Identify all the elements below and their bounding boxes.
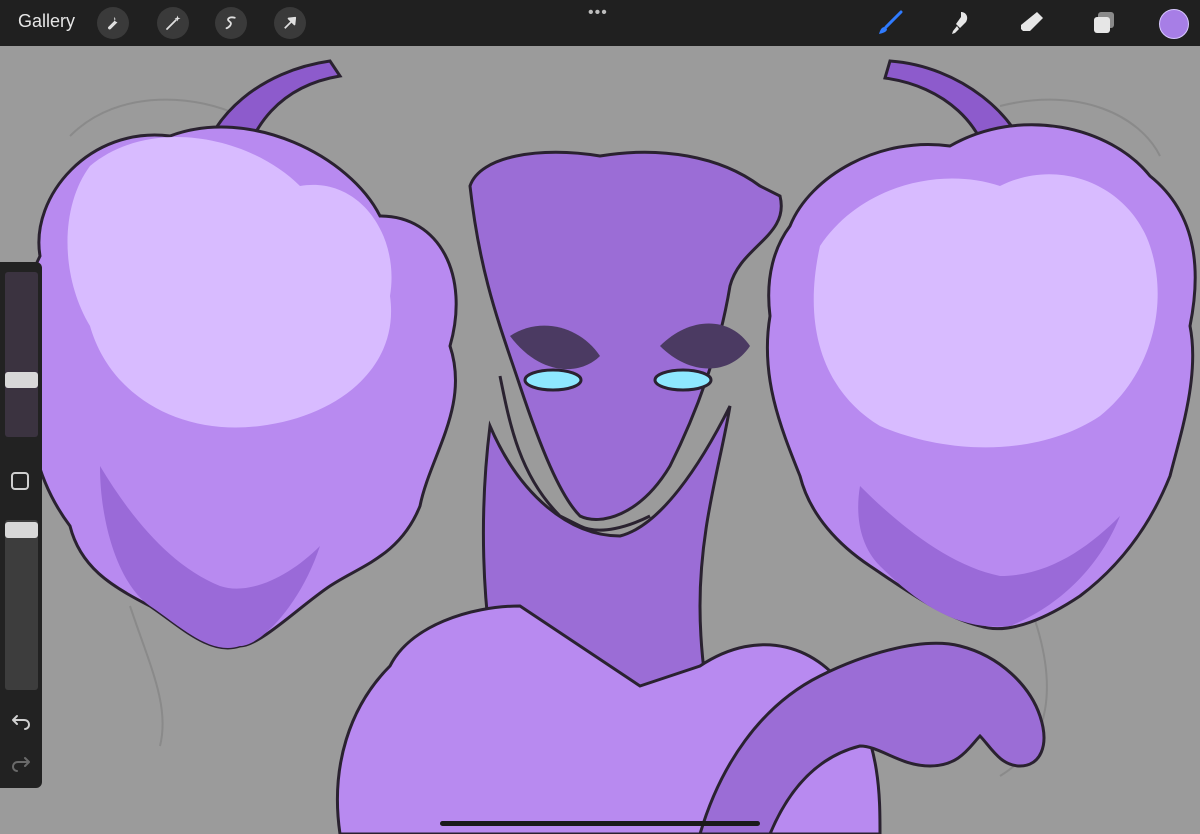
modify-button[interactable] [11, 472, 29, 490]
brush-size-slider[interactable] [5, 272, 38, 437]
undo-icon [12, 715, 30, 730]
redo-icon [12, 757, 30, 772]
gallery-button[interactable]: Gallery [18, 11, 75, 32]
color-picker-button[interactable] [1159, 9, 1189, 39]
smudge-tool-button[interactable] [946, 8, 976, 38]
home-indicator[interactable] [440, 821, 760, 826]
actions-wrench-button[interactable] [97, 7, 129, 39]
transform-button[interactable] [274, 7, 306, 39]
brush-icon [879, 10, 903, 34]
eraser-icon [1021, 12, 1043, 31]
layers-button[interactable] [1089, 8, 1119, 38]
top-toolbar: Gallery ••• [0, 0, 1200, 46]
brush-tool-button[interactable] [875, 8, 905, 38]
more-dots-handle[interactable]: ••• [588, 4, 608, 22]
left-sidebar [0, 262, 42, 788]
transform-arrow-icon [284, 16, 297, 29]
selection-button[interactable] [215, 7, 247, 39]
left-eye [523, 368, 583, 392]
opacity-knob[interactable] [5, 522, 38, 538]
adjustments-wand-button[interactable] [157, 7, 189, 39]
brush-size-knob[interactable] [5, 372, 38, 388]
magic-wand-icon [166, 15, 181, 30]
selection-icon [225, 16, 236, 30]
undo-button[interactable] [10, 710, 32, 732]
layers-icon [1094, 12, 1114, 33]
wrench-icon [108, 17, 118, 30]
smudge-icon [952, 12, 968, 34]
drawing-canvas[interactable] [0, 46, 1200, 834]
right-eye [653, 368, 713, 392]
eraser-tool-button[interactable] [1017, 8, 1047, 38]
opacity-slider[interactable] [5, 520, 38, 690]
redo-button[interactable] [10, 752, 32, 774]
